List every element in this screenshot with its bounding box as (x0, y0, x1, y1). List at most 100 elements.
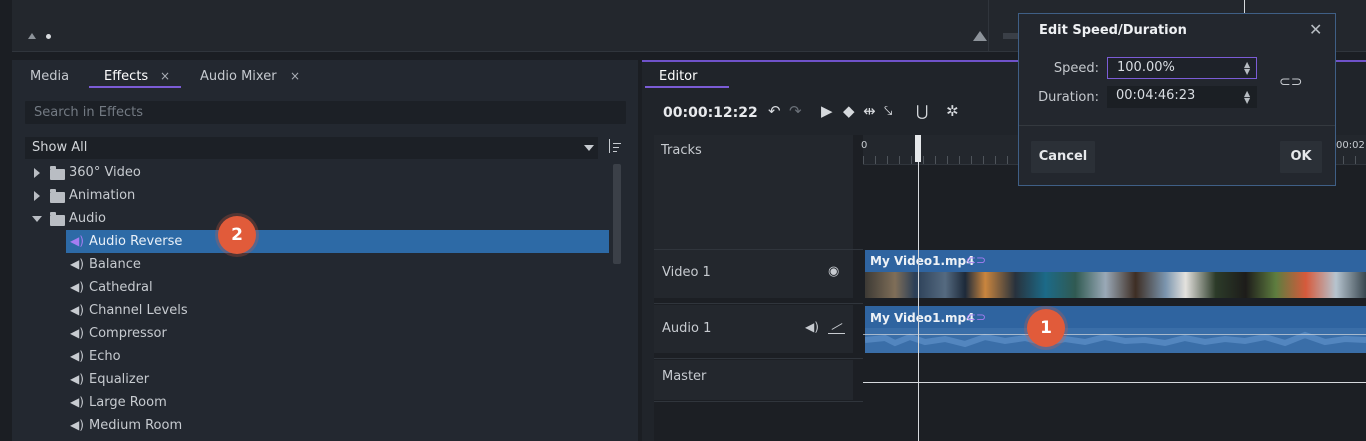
effect-item-equalizer[interactable]: ◀) Equalizer (66, 368, 609, 391)
folder-icon (50, 166, 65, 180)
track-header-video-1[interactable]: Video 1 ◉ (654, 250, 853, 298)
ripple-tool-icon[interactable]: ⇹ (863, 102, 876, 120)
edit-speed-duration-dialog: Edit Speed/Duration ✕ Speed: 100.00% ▲ ▼ … (1018, 13, 1336, 186)
sort-icon[interactable] (606, 139, 622, 155)
effect-label: Equalizer (89, 372, 150, 387)
tab-media[interactable]: Media (30, 69, 69, 91)
effect-label: Cathedral (89, 280, 153, 295)
link-speed-icon[interactable]: ⊂⊃ (1279, 74, 1302, 90)
playhead[interactable] (918, 135, 919, 441)
audio-waveform (865, 328, 1366, 353)
effect-label: Compressor (89, 326, 167, 341)
rate-stretch-icon[interactable]: ⤥ (884, 102, 892, 120)
effect-label: Echo (89, 349, 121, 364)
settings-icon[interactable]: ✲ (946, 102, 959, 120)
speaker-icon: ◀) (70, 395, 84, 409)
playhead-handle[interactable] (915, 135, 921, 162)
search-input[interactable]: Search in Effects (25, 101, 626, 124)
folder-icon (50, 189, 65, 203)
collapse-arrow-icon[interactable] (32, 216, 42, 222)
track-label: Audio 1 (662, 321, 712, 336)
close-icon[interactable]: × (290, 69, 300, 83)
effect-label: Balance (89, 257, 141, 272)
effect-item-audio-reverse[interactable]: ◀) Audio Reverse (66, 230, 609, 253)
speaker-icon[interactable]: ◀) (805, 320, 819, 334)
cancel-button[interactable]: Cancel (1031, 141, 1095, 173)
preview-divider (988, 0, 989, 52)
eye-icon[interactable]: ◉ (828, 264, 839, 279)
track-label: Video 1 (662, 265, 711, 280)
timecode-display: 00:00:12:22 (663, 105, 758, 121)
speaker-icon: ◀) (70, 349, 84, 363)
speaker-icon: ◀) (70, 280, 84, 294)
ruler-label: 00:02:0 (1336, 140, 1366, 151)
expand-arrow-icon[interactable] (34, 168, 40, 178)
track-header-audio-1[interactable]: Audio 1 ◀) (654, 305, 853, 353)
speaker-icon: ◀) (70, 257, 84, 271)
duration-stepper-icon[interactable]: ▲ ▼ (1244, 90, 1250, 105)
effect-item-channel-levels[interactable]: ◀) Channel Levels (66, 299, 609, 322)
redo-icon[interactable]: ↷ (789, 102, 802, 120)
step-badge-1: 1 (1027, 309, 1065, 347)
volume-high-icon[interactable] (973, 31, 987, 41)
volume-line[interactable] (863, 334, 1366, 335)
link-icon: ⊂⊃ (966, 253, 987, 267)
select-tool-icon[interactable]: ▶ (821, 102, 833, 120)
tracks-header: Tracks (654, 135, 853, 249)
effect-label: Channel Levels (89, 303, 188, 318)
ruler-label: 0 (861, 140, 868, 151)
speaker-icon: ◀) (70, 234, 84, 248)
keyframe-icon[interactable] (828, 320, 845, 334)
effect-item-large-room[interactable]: ◀) Large Room (66, 391, 609, 414)
slider-knob[interactable] (46, 34, 51, 39)
effect-item-compressor[interactable]: ◀) Compressor (66, 322, 609, 345)
effect-label: Large Room (89, 395, 167, 410)
effect-item-balance[interactable]: ◀) Balance (66, 253, 609, 276)
tree-folder-audio[interactable]: Audio (25, 207, 609, 230)
video-thumbnails (865, 272, 1366, 298)
expand-arrow-icon[interactable] (34, 191, 40, 201)
speed-input[interactable]: 100.00% (1107, 57, 1257, 79)
master-volume-line[interactable] (863, 382, 1366, 383)
volume-low-icon[interactable] (28, 33, 36, 39)
effect-item-echo[interactable]: ◀) Echo (66, 345, 609, 368)
speaker-icon: ◀) (70, 326, 84, 340)
tree-folder-360-video[interactable]: 360° Video (25, 161, 609, 184)
duration-label: Duration: (1038, 90, 1099, 105)
ok-button[interactable]: OK (1280, 141, 1322, 173)
tree-folder-label: 360° Video (69, 165, 141, 180)
tree-folder-label: Animation (69, 188, 136, 203)
list-scrollbar[interactable] (613, 164, 621, 264)
active-tab-indicator (645, 86, 729, 88)
link-icon: ⊂⊃ (966, 310, 987, 324)
speed-stepper-icon[interactable]: ▲ ▼ (1244, 61, 1250, 76)
undo-icon[interactable]: ↶ (768, 102, 781, 120)
folder-open-icon (50, 212, 65, 226)
clip-name: My Video1.mp4 (870, 311, 975, 325)
track-label: Master (662, 369, 707, 384)
clip-name: My Video1.mp4 (870, 254, 975, 268)
speaker-icon: ◀) (70, 303, 84, 317)
chevron-down-icon[interactable] (584, 145, 594, 151)
effect-item-medium-room[interactable]: ◀) Medium Room (66, 414, 609, 437)
dialog-title: Edit Speed/Duration (1039, 23, 1187, 38)
duration-input[interactable]: 00:04:46:23 (1107, 86, 1257, 108)
close-icon[interactable]: × (160, 69, 170, 83)
tree-folder-animation[interactable]: Animation (25, 184, 609, 207)
speed-label: Speed: (1053, 61, 1099, 76)
tree-folder-label: Audio (69, 211, 106, 226)
effect-item-cathedral[interactable]: ◀) Cathedral (66, 276, 609, 299)
dialog-separator (1019, 125, 1335, 126)
tracks-label: Tracks (661, 143, 702, 158)
speaker-icon: ◀) (70, 418, 84, 432)
magnet-icon[interactable]: ⋃ (916, 102, 928, 120)
speaker-icon: ◀) (70, 372, 84, 386)
razor-tool-icon[interactable]: ◆ (843, 102, 855, 120)
step-badge-2: 2 (218, 216, 256, 254)
track-header-master: Master (654, 360, 853, 400)
effect-label: Audio Reverse (89, 234, 183, 249)
active-tab-indicator (89, 86, 181, 88)
tab-audio-mixer[interactable]: Audio Mixer (200, 69, 277, 91)
filter-select[interactable]: Show All (25, 137, 598, 159)
close-icon[interactable]: ✕ (1309, 20, 1322, 39)
